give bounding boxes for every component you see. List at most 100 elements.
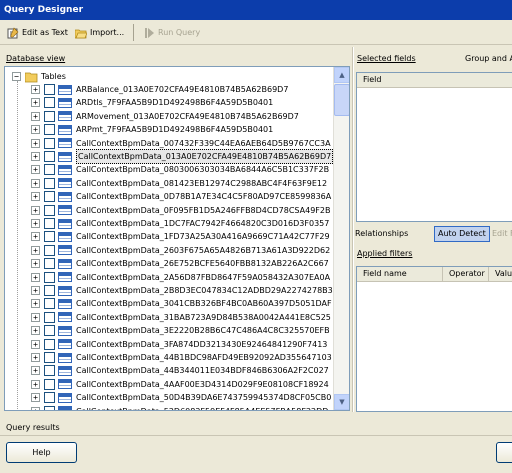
import-label: Import... (90, 28, 125, 37)
expand-icon[interactable]: + (31, 232, 40, 242)
table-node[interactable]: + CallContextBpmData_2A56D87FBD8647F59A05… (31, 271, 330, 284)
table-node[interactable]: + CallContextBpmData_0803006303034BA6844A… (31, 163, 329, 176)
table-node[interactable]: + ARBalance_013A0E702CFA49E4810B74B5A62B6… (31, 83, 288, 96)
expand-icon[interactable]: + (31, 111, 40, 121)
expand-icon[interactable]: + (31, 245, 40, 255)
table-checkbox[interactable] (44, 137, 55, 149)
table-node[interactable]: + CallContextBpmData_2603F675A65A4826B713… (31, 244, 330, 257)
expand-icon[interactable]: + (31, 85, 40, 94)
table-node[interactable]: + CallContextBpmData_1FD73A25A30A416A9669… (31, 230, 330, 243)
table-node[interactable]: + CallContextBpmData_1DC7FAC7942F4664820C… (31, 217, 329, 230)
table-checkbox[interactable] (44, 231, 55, 243)
field-column-header[interactable]: Field (357, 73, 512, 88)
scroll-down-icon[interactable]: ▼ (334, 394, 349, 410)
table-node[interactable]: + CallContextBpmData_26E752BCFE5640FBB813… (31, 257, 329, 270)
expand-icon[interactable]: + (31, 98, 40, 108)
table-node[interactable]: + CallContextBpmData_50D4B39DA6E743759945… (31, 391, 331, 404)
table-node[interactable]: + CallContextBpmData_44B344011E034BDF846B… (31, 364, 329, 377)
table-checkbox[interactable] (44, 97, 55, 109)
table-checkbox[interactable] (44, 405, 55, 410)
table-checkbox[interactable] (44, 298, 55, 310)
table-checkbox[interactable] (44, 151, 55, 162)
table-checkbox[interactable] (44, 124, 55, 136)
collapse-icon[interactable]: − (12, 72, 21, 81)
scroll-up-icon[interactable]: ▲ (334, 67, 349, 83)
expand-icon[interactable]: + (31, 138, 40, 148)
table-checkbox[interactable] (44, 271, 55, 283)
expand-icon[interactable]: + (31, 205, 40, 215)
table-checkbox[interactable] (44, 378, 55, 390)
expand-icon[interactable]: + (31, 379, 40, 389)
table-checkbox[interactable] (44, 311, 55, 323)
table-checkbox[interactable] (44, 285, 55, 296)
table-checkbox[interactable] (44, 177, 55, 189)
database-tree[interactable]: − Tables + ARBalance_013A0E702CFA49E4810B… (4, 66, 350, 411)
expand-icon[interactable]: + (31, 366, 40, 376)
right-dialog-button[interactable] (496, 442, 512, 463)
table-checkbox[interactable] (44, 218, 55, 229)
table-checkbox[interactable] (44, 258, 55, 270)
table-checkbox[interactable] (44, 244, 55, 256)
expand-icon[interactable]: + (31, 165, 40, 175)
table-node[interactable]: + CallContextBpmData_4AAF00E3D4314D029F9E… (31, 378, 329, 391)
table-checkbox[interactable] (44, 392, 55, 404)
edit-as-text-button[interactable]: Edit as Text (4, 24, 71, 41)
table-checkbox[interactable] (44, 84, 55, 95)
table-node[interactable]: + CallContextBpmData_007432F339C44EA6AEB6… (31, 137, 331, 150)
expand-icon[interactable]: + (31, 152, 40, 161)
table-checkbox[interactable] (44, 365, 55, 377)
import-button[interactable]: Import... (72, 24, 127, 41)
tree-scrollbar[interactable]: ▲ ▼ (333, 67, 349, 410)
table-node[interactable]: + CallContextBpmData_0D78B1A7E34C4C5F80AD… (31, 190, 331, 203)
table-node[interactable]: + CallContextBpmData_0F095FB1D5A246FFB8D4… (31, 204, 330, 217)
table-checkbox[interactable] (44, 325, 55, 337)
table-node[interactable]: + ARDtls_7F9FAA5B9D1D492498B6F4A59D5B0401 (31, 96, 273, 109)
table-checkbox[interactable] (44, 164, 55, 176)
expand-icon[interactable]: + (31, 125, 40, 135)
operator-column-header[interactable]: Operator (443, 267, 489, 282)
splitter[interactable] (352, 47, 354, 412)
help-button[interactable]: Help (6, 442, 77, 463)
table-node[interactable]: + CallContextBpmData_31BAB723A9D84B538A00… (31, 311, 331, 324)
expand-icon[interactable]: + (31, 178, 40, 188)
tree-node-tables[interactable]: − Tables (12, 70, 66, 83)
expand-icon[interactable]: + (31, 393, 40, 403)
table-node[interactable]: + CallContextBpmData_2B8D3EC047834C12ADBD… (31, 284, 333, 297)
table-checkbox[interactable] (44, 110, 55, 122)
edit-fields-button[interactable]: Edit F (492, 227, 512, 241)
table-name: CallContextBpmData_3FA874DD3213430E92464… (76, 339, 328, 349)
table-node[interactable]: + CallContextBpmData_081423EB12974C2988AB… (31, 177, 327, 190)
applied-filters-grid[interactable]: Field name Operator Valu (356, 266, 512, 412)
table-node[interactable]: + CallContextBpmData_3FA874DD3213430E9246… (31, 338, 327, 351)
expand-icon[interactable]: + (31, 312, 40, 322)
expand-icon[interactable]: + (31, 272, 40, 282)
expand-icon[interactable]: + (31, 259, 40, 269)
expand-icon[interactable]: + (31, 353, 40, 362)
table-checkbox[interactable] (44, 352, 55, 363)
table-icon (58, 111, 72, 122)
table-node[interactable]: + ARPmt_7F9FAA5B9D1D492498B6F4A59D5B0401 (31, 123, 273, 136)
expand-icon[interactable]: + (31, 326, 40, 336)
run-query-button[interactable]: Run Query (140, 24, 203, 41)
expand-icon[interactable]: + (31, 192, 40, 202)
table-node[interactable]: + CallContextBpmData_52D6082F59EF4F85A4EE… (31, 405, 328, 410)
scroll-thumb[interactable] (334, 84, 349, 116)
expand-icon[interactable]: + (31, 286, 40, 295)
expand-icon[interactable]: + (31, 299, 40, 309)
table-checkbox[interactable] (44, 338, 55, 350)
expand-icon[interactable]: + (31, 406, 40, 410)
table-checkbox[interactable] (44, 204, 55, 216)
value-column-header[interactable]: Valu (489, 267, 512, 282)
expand-icon[interactable]: + (31, 219, 40, 228)
auto-detect-button[interactable]: Auto Detect (434, 226, 490, 242)
selected-fields-grid[interactable]: Field (356, 72, 512, 222)
table-node[interactable]: + CallContextBpmData_013A0E702CFA49E4810B… (31, 149, 334, 164)
table-node[interactable]: + CallContextBpmData_3E2220B28B6C47C486A4… (31, 324, 330, 337)
table-node[interactable]: + ARMovement_013A0E702CFA49E4810B74B5A62B… (31, 110, 299, 123)
database-view-label: Database view (6, 54, 66, 63)
field-name-column-header[interactable]: Field name (357, 267, 443, 282)
table-node[interactable]: + CallContextBpmData_3041CBB326BF4BC0AB60… (31, 297, 332, 310)
table-checkbox[interactable] (44, 191, 55, 203)
table-node[interactable]: + CallContextBpmData_44B1BDC98AFD49EB9209… (31, 351, 332, 364)
expand-icon[interactable]: + (31, 339, 40, 349)
